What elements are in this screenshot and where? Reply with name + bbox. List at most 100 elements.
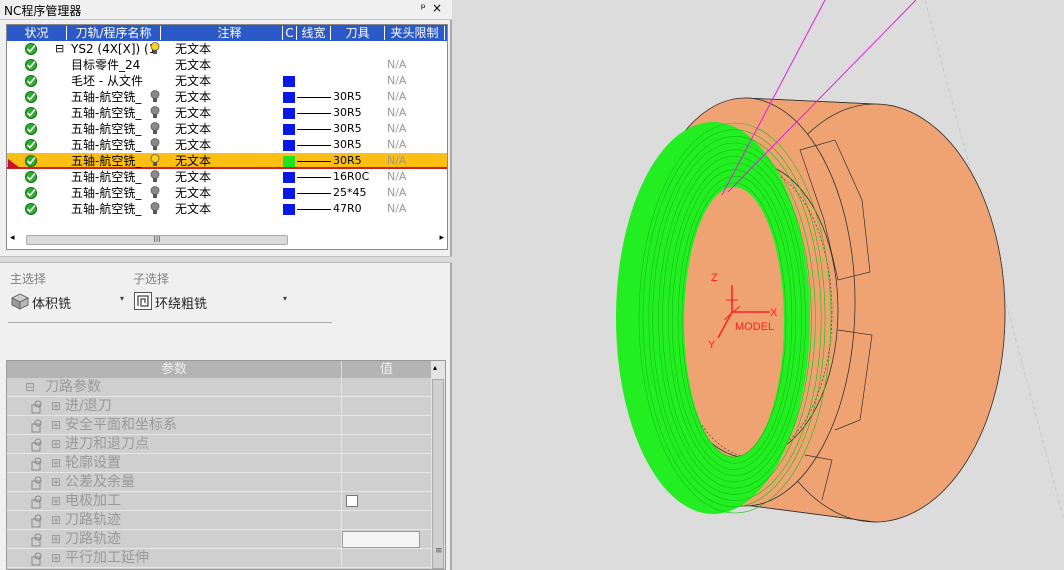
color-swatch[interactable] [283, 172, 295, 183]
color-swatch[interactable] [283, 188, 295, 199]
program-name[interactable]: 五轴-航空铣_ [71, 201, 141, 217]
expand-toggle[interactable]: ⊞ [51, 416, 61, 435]
lightbulb-icon[interactable] [150, 202, 160, 215]
program-name[interactable]: 毛坯 - 从文件 [71, 73, 143, 89]
expand-toggle[interactable]: ⊞ [51, 530, 61, 549]
expand-toggle[interactable]: ⊞ [51, 473, 61, 492]
program-name[interactable]: 五轴-航空铣_ [71, 169, 141, 185]
param-row[interactable]: ⊞ 进刀和退刀点 [7, 435, 431, 454]
holder-limit: N/A [387, 138, 407, 151]
lightbulb-icon[interactable] [150, 122, 160, 135]
parameter-table[interactable]: 参数 值 ⊟ 刀路参数 ⊞ 进/退刀 ⊞ 安全平面和坐标系 ⊞ 进刀和退刀点 ⊞ 轮廓设置 ⊞ 公差及… [6, 360, 446, 570]
param-value[interactable] [341, 549, 431, 568]
param-value[interactable] [341, 435, 431, 454]
program-name[interactable]: YS2 (4X[X]) (1 [71, 41, 156, 57]
param-label: 进/退刀 [65, 398, 112, 414]
scroll-up-arrow[interactable]: ▴ [433, 363, 437, 372]
column-header[interactable]: C [283, 26, 297, 40]
panel-splitter[interactable] [0, 256, 452, 263]
tree-row[interactable]: 五轴-航空铣_ 无文本 30R5 N/A [7, 137, 447, 153]
param-value[interactable] [341, 397, 431, 416]
expand-toggle[interactable]: ⊞ [51, 549, 61, 568]
program-name[interactable]: 五轴-航空铣_ [71, 121, 141, 137]
expand-toggle[interactable]: ⊞ [51, 397, 61, 416]
color-swatch[interactable] [283, 124, 295, 135]
program-name[interactable]: 五轴-航空铣_ [71, 137, 141, 153]
lightbulb-icon[interactable] [150, 170, 160, 183]
program-name[interactable]: 五轴-航空铣_ [71, 105, 141, 121]
color-swatch[interactable] [283, 140, 295, 151]
lightbulb-icon[interactable] [150, 154, 160, 167]
expand-toggle[interactable]: ⊞ [51, 454, 61, 473]
lightbulb-icon[interactable] [150, 106, 160, 119]
expand-toggle[interactable]: ⊟ [25, 378, 35, 397]
close-button[interactable]: × [432, 1, 448, 15]
color-swatch[interactable] [283, 156, 295, 167]
lightbulb-icon[interactable] [150, 42, 160, 55]
tree-row[interactable]: 五轴-航空铣_ 无文本 25*45 N/A [7, 185, 447, 201]
tree-row[interactable]: 五轴-航空铣_ 无文本 47R0 N/A [7, 201, 447, 217]
program-name[interactable]: 五轴-航空铣_ [71, 153, 141, 169]
program-name[interactable]: 五轴-航空铣_ [71, 185, 141, 201]
param-row[interactable]: ⊞ 刀路轨迹 [7, 530, 431, 549]
color-swatch[interactable] [283, 92, 295, 103]
model-view[interactable]: Z X Y MODEL [454, 0, 1064, 570]
param-label: 电极加工 [65, 493, 121, 509]
column-header[interactable]: 状况 [7, 26, 67, 40]
column-header[interactable]: 注释 [177, 26, 283, 40]
param-value[interactable] [341, 378, 431, 397]
scroll-thumb[interactable]: III [26, 235, 288, 245]
pin-button[interactable]: ᵖ [421, 1, 432, 15]
collapse-toggle[interactable]: ⊟ [55, 41, 64, 57]
main-selection-dropdown[interactable]: 体积铣 ▾ [10, 291, 128, 312]
param-value[interactable] [341, 530, 431, 549]
tree-row[interactable]: 五轴-航空铣_ 无文本 30R5 N/A [7, 89, 447, 105]
param-value-box[interactable] [342, 531, 420, 548]
color-swatch[interactable] [283, 204, 295, 215]
tree-row[interactable]: 目标零件_24 无文本 N/A [7, 57, 447, 73]
color-swatch[interactable] [283, 76, 295, 87]
param-row[interactable]: ⊞ 轮廓设置 [7, 454, 431, 473]
param-checkbox[interactable] [346, 495, 358, 507]
param-value[interactable] [341, 454, 431, 473]
tree-row[interactable]: ⊟ YS2 (4X[X]) (1 无文本 [7, 41, 447, 57]
expand-toggle[interactable]: ⊞ [51, 435, 61, 454]
column-header[interactable]: 刀具 [331, 26, 385, 40]
param-value[interactable] [341, 511, 431, 530]
3d-viewport[interactable]: Z X Y MODEL [454, 0, 1064, 570]
tree-row[interactable]: 五轴-航空铣_ 无文本 30R5 N/A [7, 105, 447, 121]
expand-toggle[interactable]: ⊞ [51, 511, 61, 530]
param-row[interactable]: ⊟ 刀路参数 [7, 378, 431, 397]
column-header[interactable]: 线宽 [297, 26, 331, 40]
param-row[interactable]: ⊞ 公差及余量 [7, 473, 431, 492]
program-tree[interactable]: 状况 刀轨/程序名称 注释 C 线宽 刀具 夹头限制 ⊟ YS2 (4X[X]) (1 无文本目… [6, 24, 448, 250]
tree-row[interactable]: 五轴-航空铣_ 无文本 30R5 N/A [7, 153, 447, 169]
expand-toggle[interactable]: ⊞ [51, 492, 61, 511]
lightbulb-icon[interactable] [150, 90, 160, 103]
param-row[interactable]: ⊞ 安全平面和坐标系 [7, 416, 431, 435]
param-value[interactable] [341, 416, 431, 435]
program-name[interactable]: 五轴-航空铣_ [71, 89, 141, 105]
scroll-right-arrow[interactable]: ▸ [439, 233, 444, 243]
column-header[interactable]: 夹头限制 [385, 26, 445, 40]
column-header[interactable]: 刀轨/程序名称 [67, 26, 161, 40]
param-value[interactable] [341, 473, 431, 492]
horizontal-scrollbar[interactable]: ◂ III ▸ [8, 233, 446, 247]
scroll-thumb[interactable]: ≡ [432, 379, 444, 569]
param-row[interactable]: ⊞ 平行加工延伸 [7, 549, 431, 568]
lightbulb-icon[interactable] [150, 138, 160, 151]
tree-row[interactable]: 五轴-航空铣_ 无文本 16R0C N/A [7, 169, 447, 185]
tree-row[interactable]: 毛坯 - 从文件 无文本 N/A [7, 73, 447, 89]
tree-row[interactable]: 五轴-航空铣_ 无文本 30R5 N/A [7, 121, 447, 137]
param-value[interactable] [341, 492, 431, 511]
param-row[interactable]: ⊞ 刀路轨迹 [7, 511, 431, 530]
sub-selection-dropdown[interactable]: 环绕粗铣 ▾ [133, 291, 293, 312]
lightbulb-icon[interactable] [150, 186, 160, 199]
scroll-left-arrow[interactable]: ◂ [10, 233, 15, 243]
param-row[interactable]: ⊞ 进/退刀 [7, 397, 431, 416]
vertical-scrollbar[interactable]: ▴ ≡ [431, 361, 445, 569]
param-row[interactable]: ⊞ 电极加工 [7, 492, 431, 511]
program-name[interactable]: 目标零件_24 [71, 57, 140, 73]
axis-label-z: Z [711, 272, 718, 284]
color-swatch[interactable] [283, 108, 295, 119]
